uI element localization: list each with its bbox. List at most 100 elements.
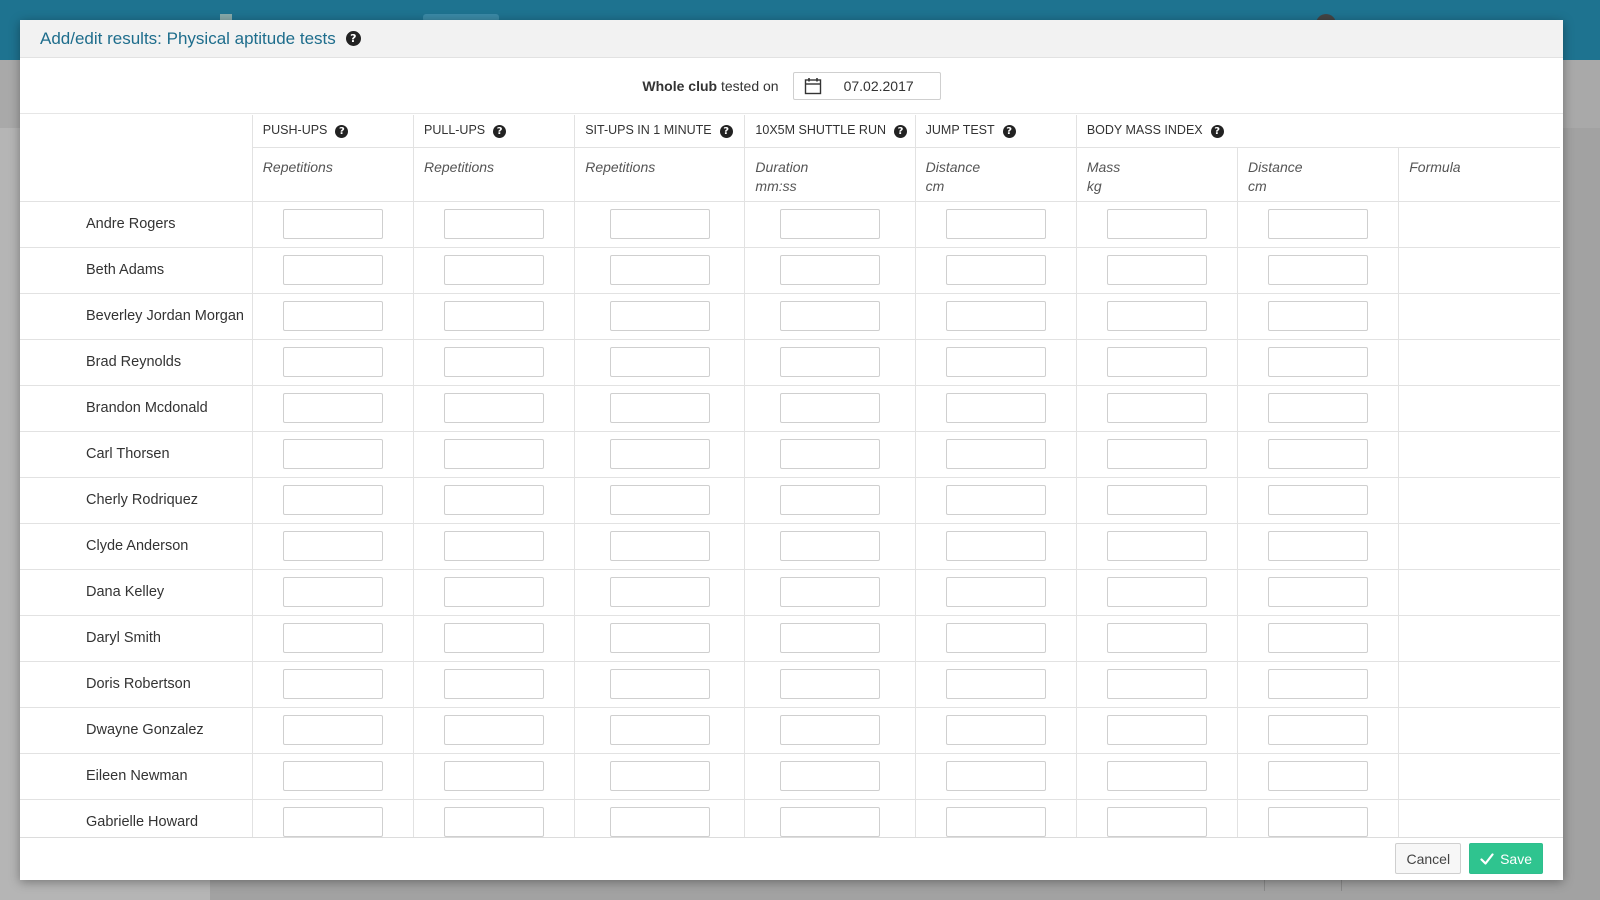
result-input-shuttle-run[interactable] <box>780 623 881 653</box>
result-input-sit-ups[interactable] <box>609 623 710 653</box>
result-input-jump-test[interactable] <box>945 761 1046 791</box>
result-input-jump-test[interactable] <box>945 485 1046 515</box>
result-input-push-ups[interactable] <box>282 439 383 469</box>
question-circle-icon[interactable]: ? <box>335 125 349 139</box>
question-circle-icon[interactable]: ? <box>345 31 361 46</box>
result-input-push-ups[interactable] <box>282 669 383 699</box>
result-input-pull-ups[interactable] <box>444 669 545 699</box>
result-input-jump-test[interactable] <box>945 715 1046 745</box>
result-input-jump-test[interactable] <box>945 347 1046 377</box>
result-input-shuttle-run[interactable] <box>780 347 881 377</box>
result-input-jump-test[interactable] <box>945 623 1046 653</box>
result-input-shuttle-run[interactable] <box>780 577 881 607</box>
result-input-push-ups[interactable] <box>282 347 383 377</box>
result-input-jump-test[interactable] <box>945 301 1046 331</box>
result-input-sit-ups[interactable] <box>609 577 710 607</box>
result-input-bmi-distance[interactable] <box>1268 439 1369 469</box>
result-input-push-ups[interactable] <box>282 301 383 331</box>
result-input-bmi-distance[interactable] <box>1268 393 1369 423</box>
result-input-sit-ups[interactable] <box>609 393 710 423</box>
result-input-sit-ups[interactable] <box>609 669 710 699</box>
result-input-jump-test[interactable] <box>945 255 1046 285</box>
result-input-pull-ups[interactable] <box>444 347 545 377</box>
result-input-push-ups[interactable] <box>282 623 383 653</box>
result-input-sit-ups[interactable] <box>609 347 710 377</box>
result-input-bmi-distance[interactable] <box>1268 209 1369 239</box>
result-input-pull-ups[interactable] <box>444 531 545 561</box>
result-input-pull-ups[interactable] <box>444 255 545 285</box>
result-input-bmi-distance[interactable] <box>1268 485 1369 515</box>
result-input-push-ups[interactable] <box>282 255 383 285</box>
cancel-button[interactable]: Cancel <box>1395 843 1462 874</box>
result-input-jump-test[interactable] <box>945 807 1046 837</box>
result-input-bmi-distance[interactable] <box>1268 577 1369 607</box>
result-input-bmi-distance[interactable] <box>1268 669 1369 699</box>
result-input-bmi-mass[interactable] <box>1106 393 1207 423</box>
result-input-bmi-distance[interactable] <box>1268 531 1369 561</box>
result-input-bmi-distance[interactable] <box>1268 623 1369 653</box>
result-input-shuttle-run[interactable] <box>780 715 881 745</box>
result-input-sit-ups[interactable] <box>609 485 710 515</box>
result-input-pull-ups[interactable] <box>444 715 545 745</box>
results-table-wrap[interactable]: PUSH-UPS? PULL-UPS? SIT-UPS IN 1 MINUTE?… <box>20 115 1563 838</box>
result-input-bmi-mass[interactable] <box>1106 623 1207 653</box>
result-input-shuttle-run[interactable] <box>780 393 881 423</box>
result-input-bmi-mass[interactable] <box>1106 669 1207 699</box>
test-date-field[interactable]: 07.02.2017 <box>792 71 941 100</box>
result-input-pull-ups[interactable] <box>444 301 545 331</box>
result-input-pull-ups[interactable] <box>444 577 545 607</box>
result-input-push-ups[interactable] <box>282 761 383 791</box>
result-input-sit-ups[interactable] <box>609 715 710 745</box>
result-input-jump-test[interactable] <box>945 393 1046 423</box>
result-input-jump-test[interactable] <box>945 439 1046 469</box>
result-input-shuttle-run[interactable] <box>780 301 881 331</box>
result-input-pull-ups[interactable] <box>444 761 545 791</box>
result-input-bmi-mass[interactable] <box>1106 301 1207 331</box>
result-input-pull-ups[interactable] <box>444 393 545 423</box>
result-input-push-ups[interactable] <box>282 209 383 239</box>
result-input-shuttle-run[interactable] <box>780 255 881 285</box>
result-input-pull-ups[interactable] <box>444 623 545 653</box>
result-input-shuttle-run[interactable] <box>780 531 881 561</box>
result-input-jump-test[interactable] <box>945 209 1046 239</box>
result-input-push-ups[interactable] <box>282 807 383 837</box>
result-input-bmi-mass[interactable] <box>1106 255 1207 285</box>
result-input-bmi-distance[interactable] <box>1268 715 1369 745</box>
result-input-shuttle-run[interactable] <box>780 669 881 699</box>
result-input-bmi-mass[interactable] <box>1106 807 1207 837</box>
result-input-shuttle-run[interactable] <box>780 439 881 469</box>
result-input-bmi-distance[interactable] <box>1268 255 1369 285</box>
result-input-bmi-mass[interactable] <box>1106 347 1207 377</box>
result-input-shuttle-run[interactable] <box>780 807 881 837</box>
result-input-sit-ups[interactable] <box>609 255 710 285</box>
result-input-bmi-distance[interactable] <box>1268 347 1369 377</box>
result-input-push-ups[interactable] <box>282 485 383 515</box>
result-input-push-ups[interactable] <box>282 393 383 423</box>
result-input-pull-ups[interactable] <box>444 209 545 239</box>
result-input-jump-test[interactable] <box>945 669 1046 699</box>
result-input-jump-test[interactable] <box>945 577 1046 607</box>
result-input-sit-ups[interactable] <box>609 531 710 561</box>
result-input-shuttle-run[interactable] <box>780 485 881 515</box>
result-input-sit-ups[interactable] <box>609 209 710 239</box>
result-input-bmi-distance[interactable] <box>1268 301 1369 331</box>
result-input-bmi-mass[interactable] <box>1106 577 1207 607</box>
result-input-pull-ups[interactable] <box>444 485 545 515</box>
result-input-push-ups[interactable] <box>282 715 383 745</box>
result-input-push-ups[interactable] <box>282 577 383 607</box>
result-input-sit-ups[interactable] <box>609 301 710 331</box>
question-circle-icon[interactable]: ? <box>493 125 507 139</box>
question-circle-icon[interactable]: ? <box>719 125 733 139</box>
question-circle-icon[interactable]: ? <box>1002 125 1016 139</box>
result-input-bmi-mass[interactable] <box>1106 761 1207 791</box>
result-input-sit-ups[interactable] <box>609 761 710 791</box>
question-circle-icon[interactable]: ? <box>894 125 908 139</box>
question-circle-icon[interactable]: ? <box>1210 125 1224 139</box>
result-input-push-ups[interactable] <box>282 531 383 561</box>
result-input-bmi-mass[interactable] <box>1106 439 1207 469</box>
save-button[interactable]: Save <box>1469 843 1543 874</box>
result-input-shuttle-run[interactable] <box>780 209 881 239</box>
result-input-sit-ups[interactable] <box>609 439 710 469</box>
result-input-bmi-mass[interactable] <box>1106 715 1207 745</box>
result-input-shuttle-run[interactable] <box>780 761 881 791</box>
